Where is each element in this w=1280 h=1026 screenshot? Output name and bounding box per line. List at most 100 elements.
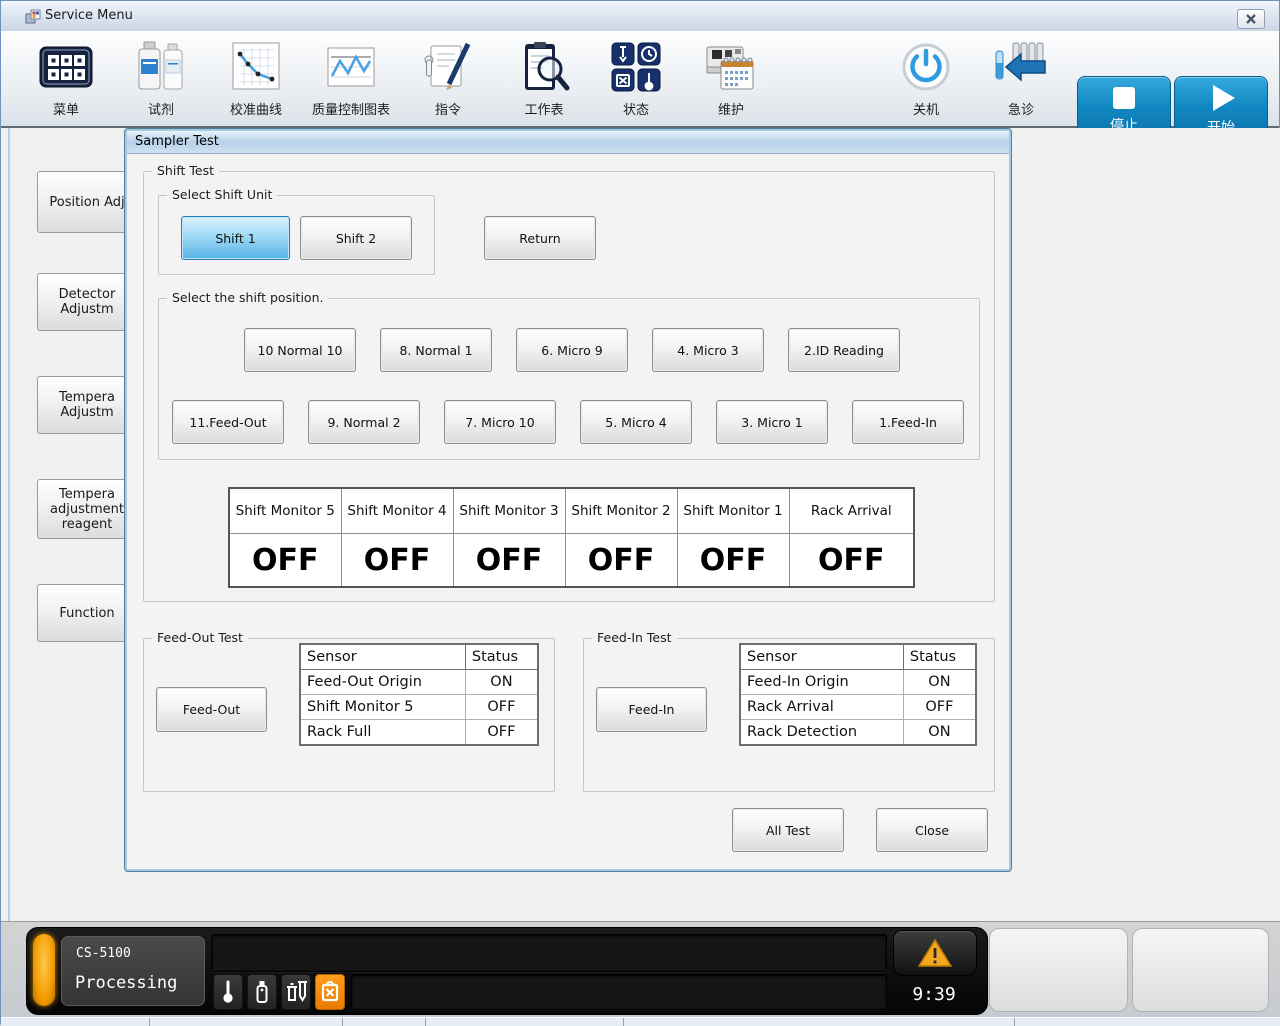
message-strip-bottom (351, 974, 887, 1010)
position-button-4-micro-3[interactable]: 4. Micro 3 (652, 328, 764, 372)
sidebar-item-position-adjustment[interactable]: Position Adj (37, 171, 137, 233)
bottle-icon (256, 981, 268, 1003)
analyzer-status-text: Processing (75, 973, 178, 993)
table-row: Rack Full OFF (299, 719, 539, 746)
table-row: Feed-In Origin ON (739, 669, 977, 695)
status-column-header: Status (902, 643, 977, 670)
message-strip-top (211, 934, 887, 972)
status-bar: CS-5100 Processing 9:39 (1, 921, 1280, 1018)
stop-icon (1113, 87, 1135, 109)
analyzer-slot-3 (1132, 928, 1269, 1012)
position-button-1-feed-in[interactable]: 1.Feed-In (852, 400, 964, 444)
analyzer-state-indicator (33, 934, 55, 1006)
monitor-header: Shift Monitor 2 (564, 487, 678, 534)
toolbar-item-qc-chart[interactable]: 质量控制图表 (303, 37, 399, 123)
toolbar-item-shutdown[interactable]: 关机 (878, 37, 974, 123)
status-tiles-icon (588, 37, 684, 97)
table-row: Feed-Out Origin ON (299, 669, 539, 695)
toolbar-item-order[interactable]: 指令 (400, 37, 496, 123)
position-button-3-micro-1[interactable]: 3. Micro 1 (716, 400, 828, 444)
table-row: Rack Arrival OFF (739, 694, 977, 720)
monitor-value: OFF (564, 533, 678, 588)
bottom-edge-strip (1, 1017, 1280, 1026)
shift-monitor-table: Shift Monitor 5 Shift Monitor 4 Shift Mo… (228, 487, 915, 588)
toolbar-item-reagent[interactable]: 试剂 (113, 37, 209, 123)
position-button-9-normal-2[interactable]: 9. Normal 2 (308, 400, 420, 444)
stat-sample-icon (973, 37, 1069, 97)
position-button-5-micro-4[interactable]: 5. Micro 4 (580, 400, 692, 444)
dialog-titlebar[interactable]: Sampler Test (127, 131, 1009, 154)
all-test-button[interactable]: All Test (732, 808, 844, 852)
shift-2-button[interactable]: Shift 2 (300, 216, 412, 260)
position-button-8-normal-1[interactable]: 8. Normal 1 (380, 328, 492, 372)
window-titlebar[interactable]: Service Menu (1, 1, 1279, 32)
menu-grid-icon (18, 37, 114, 97)
feed-in-button[interactable]: Feed-In (596, 687, 707, 732)
toolbar-item-calibration-curve[interactable]: 校准曲线 (208, 37, 304, 123)
monitor-header: Rack Arrival (788, 487, 915, 534)
reagent-bottles-icon (113, 37, 209, 97)
table-row: Shift Monitor 5 OFF (299, 694, 539, 720)
sidebar-item-function[interactable]: Function (37, 584, 137, 642)
clock: 9:39 (912, 984, 956, 1005)
waste-tube-indicator[interactable] (281, 974, 311, 1010)
monitor-value: OFF (452, 533, 566, 588)
toolbar-item-worklist[interactable]: 工作表 (496, 37, 592, 123)
window-edge-accent (8, 128, 10, 921)
monitor-value: OFF (676, 533, 790, 588)
calibration-curve-icon (208, 37, 304, 97)
position-button-6-micro-9[interactable]: 6. Micro 9 (516, 328, 628, 372)
dialog-close-button[interactable]: Close (876, 808, 988, 852)
alarm-button[interactable] (893, 930, 977, 976)
toolbar-item-maintenance[interactable]: 维护 (683, 37, 779, 123)
waste-box-x-icon (321, 981, 339, 1002)
sidebar-item-temperature-adjustment[interactable]: Tempera Adjustm (37, 376, 137, 434)
monitor-header: Shift Monitor 3 (452, 487, 566, 534)
power-icon (878, 37, 974, 97)
sampler-test-dialog: Sampler Test Shift Test Select Shift Uni… (124, 128, 1012, 872)
analyzer-slot-2 (989, 928, 1128, 1012)
window-close-button[interactable] (1237, 9, 1265, 29)
position-button-7-micro-10[interactable]: 7. Micro 10 (444, 400, 556, 444)
monitor-value: OFF (228, 533, 342, 588)
app-icon (25, 9, 41, 28)
shift-1-button[interactable]: Shift 1 (181, 216, 290, 260)
waste-container-alert[interactable] (315, 974, 345, 1010)
sidebar-item-detector-adjustment[interactable]: Detector Adjustm (37, 273, 137, 331)
worksheet-magnifier-icon (496, 37, 592, 97)
monitor-value: OFF (340, 533, 454, 588)
analyzer-selector[interactable]: CS-5100 Processing (61, 936, 205, 1006)
reagent-indicator[interactable] (247, 974, 277, 1010)
main-content: Position Adj Detector Adjustm Tempera Ad… (1, 128, 1280, 921)
main-toolbar: 菜单 试剂 校准曲线 质量控制图表 指令 工作表 状态 维护 关机 急诊 停止 (1, 31, 1279, 146)
maintenance-icon (683, 37, 779, 97)
analyzer-status-panel: CS-5100 Processing 9:39 (26, 927, 988, 1015)
monitor-header: Shift Monitor 5 (228, 487, 342, 534)
toolbar-item-stat[interactable]: 急诊 (973, 37, 1069, 123)
sidebar-item-temperature-adjustment-reagent[interactable]: Tempera adjustment reagent (37, 479, 137, 539)
table-row: Rack Detection ON (739, 719, 977, 746)
window-title: Service Menu (45, 8, 133, 23)
monitor-header: Shift Monitor 1 (676, 487, 790, 534)
return-button[interactable]: Return (484, 216, 596, 260)
position-button-11-feed-out[interactable]: 11.Feed-Out (172, 400, 284, 444)
close-icon (1246, 14, 1256, 24)
monitor-header: Shift Monitor 4 (340, 487, 454, 534)
trash-tube-icon (287, 981, 307, 1002)
status-column-header: Status (464, 643, 539, 670)
position-button-10-normal-10[interactable]: 10 Normal 10 (244, 328, 356, 372)
analyzer-name: CS-5100 (76, 946, 131, 961)
monitor-value: OFF (788, 533, 915, 588)
start-icon (1213, 85, 1235, 111)
service-menu-window: Service Menu 菜单 试剂 校准曲线 质量控制图表 指令 工作表 状态… (0, 0, 1280, 1026)
feed-out-sensor-table: Sensor Status Feed-Out Origin ON Shift Mo… (299, 643, 539, 746)
order-icon (400, 37, 496, 97)
feed-out-button[interactable]: Feed-Out (156, 687, 267, 732)
toolbar-item-status[interactable]: 状态 (588, 37, 684, 123)
warning-icon (917, 938, 953, 967)
temperature-indicator[interactable] (213, 974, 243, 1010)
position-button-2-id-reading[interactable]: 2.ID Reading (788, 328, 900, 372)
toolbar-item-menu[interactable]: 菜单 (18, 37, 114, 123)
sensor-column-header: Sensor (739, 643, 904, 670)
thermometer-icon (223, 980, 233, 1003)
